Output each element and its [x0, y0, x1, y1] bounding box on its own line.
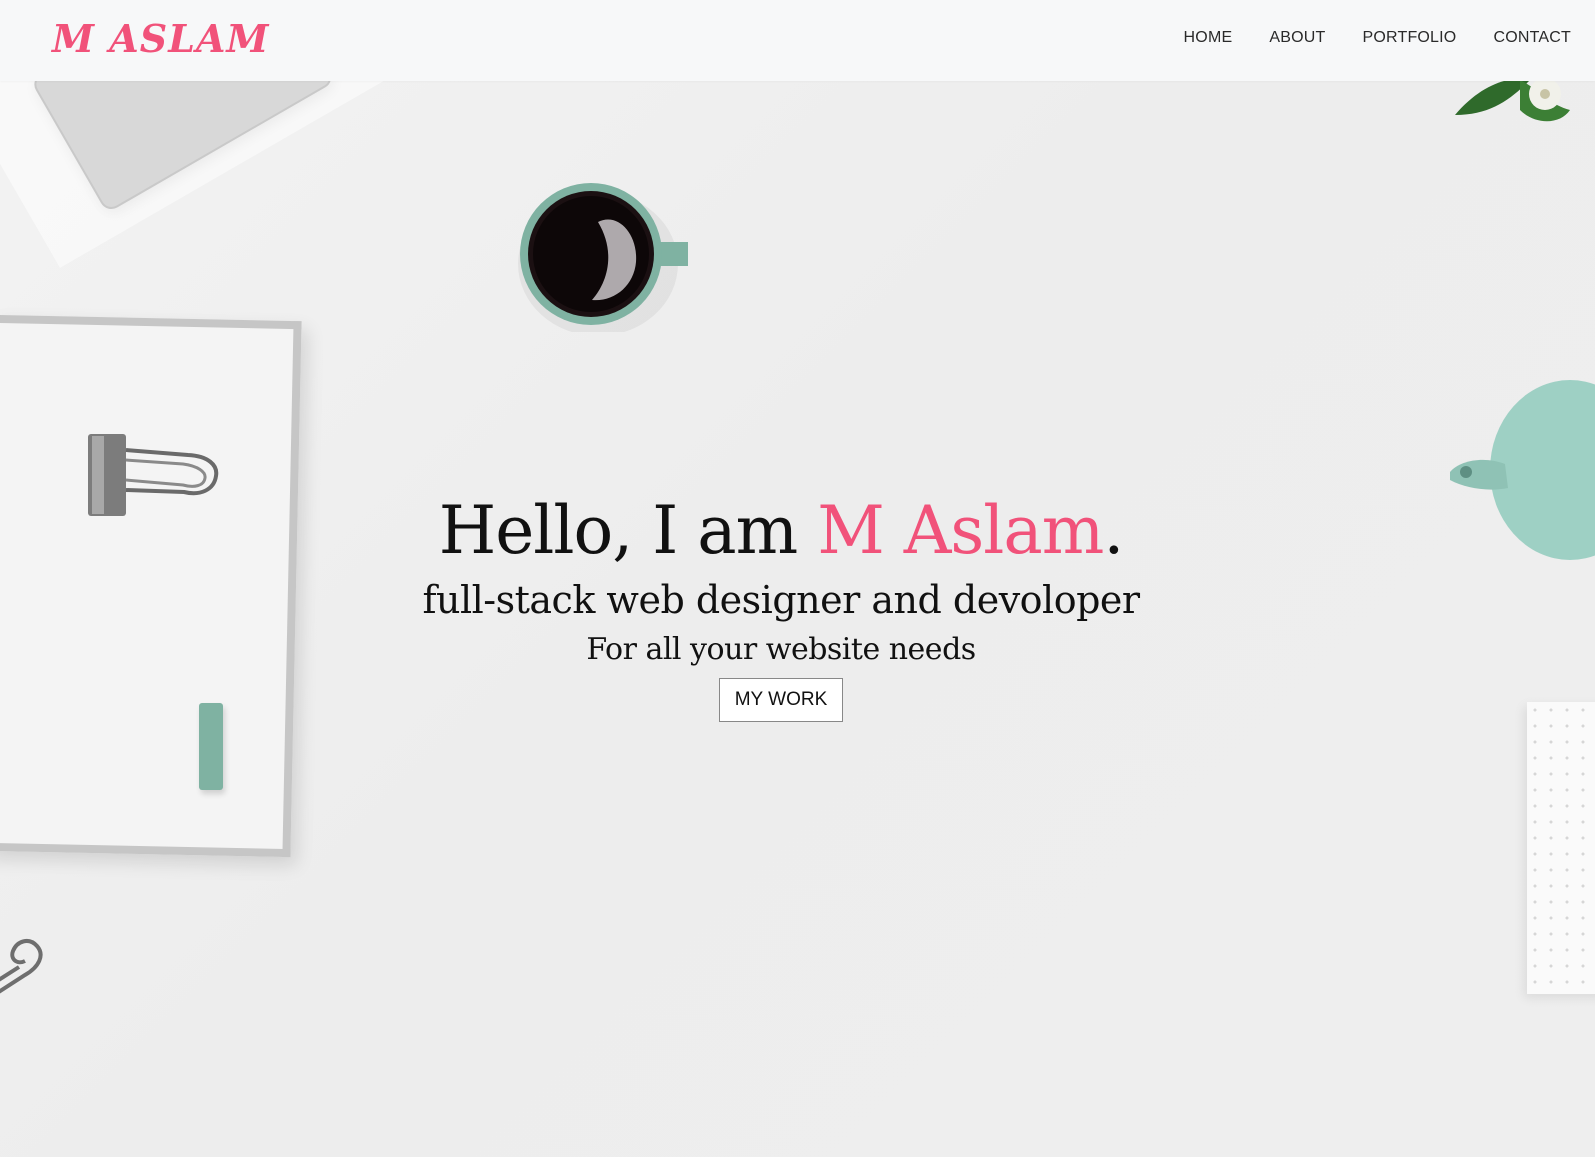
brand-logo[interactable]: M ASLAM	[52, 14, 269, 64]
hero-tagline: For all your website needs	[586, 632, 976, 667]
hero-heading: Hello, I am M Aslam.	[0, 490, 1562, 572]
notepad-image	[1527, 702, 1595, 994]
top-navbar: M ASLAM HOME ABOUT PORTFOLIO CONTACT	[0, 0, 1595, 81]
hero-subtitle: full-stack web designer and devoloper	[422, 578, 1140, 622]
hero-greeting: Hello, I am	[438, 492, 818, 569]
nav-portfolio-link[interactable]: PORTFOLIO	[1362, 29, 1456, 47]
hero-section: Hello, I am M Aslam. full-stack web desi…	[0, 490, 1562, 722]
nav-contact-link[interactable]: CONTACT	[1493, 29, 1571, 47]
nav-links: HOME ABOUT PORTFOLIO CONTACT	[1147, 0, 1571, 75]
paperclip-icon	[0, 935, 55, 1005]
nav-about-link[interactable]: ABOUT	[1269, 29, 1325, 47]
hero-name: M Aslam	[817, 492, 1104, 569]
hero-period: .	[1103, 492, 1124, 569]
coffee-cup-icon	[518, 182, 693, 337]
nav-home-link[interactable]: HOME	[1184, 29, 1233, 47]
my-work-button[interactable]: MY WORK	[718, 678, 844, 722]
plant-icon	[1450, 78, 1595, 135]
